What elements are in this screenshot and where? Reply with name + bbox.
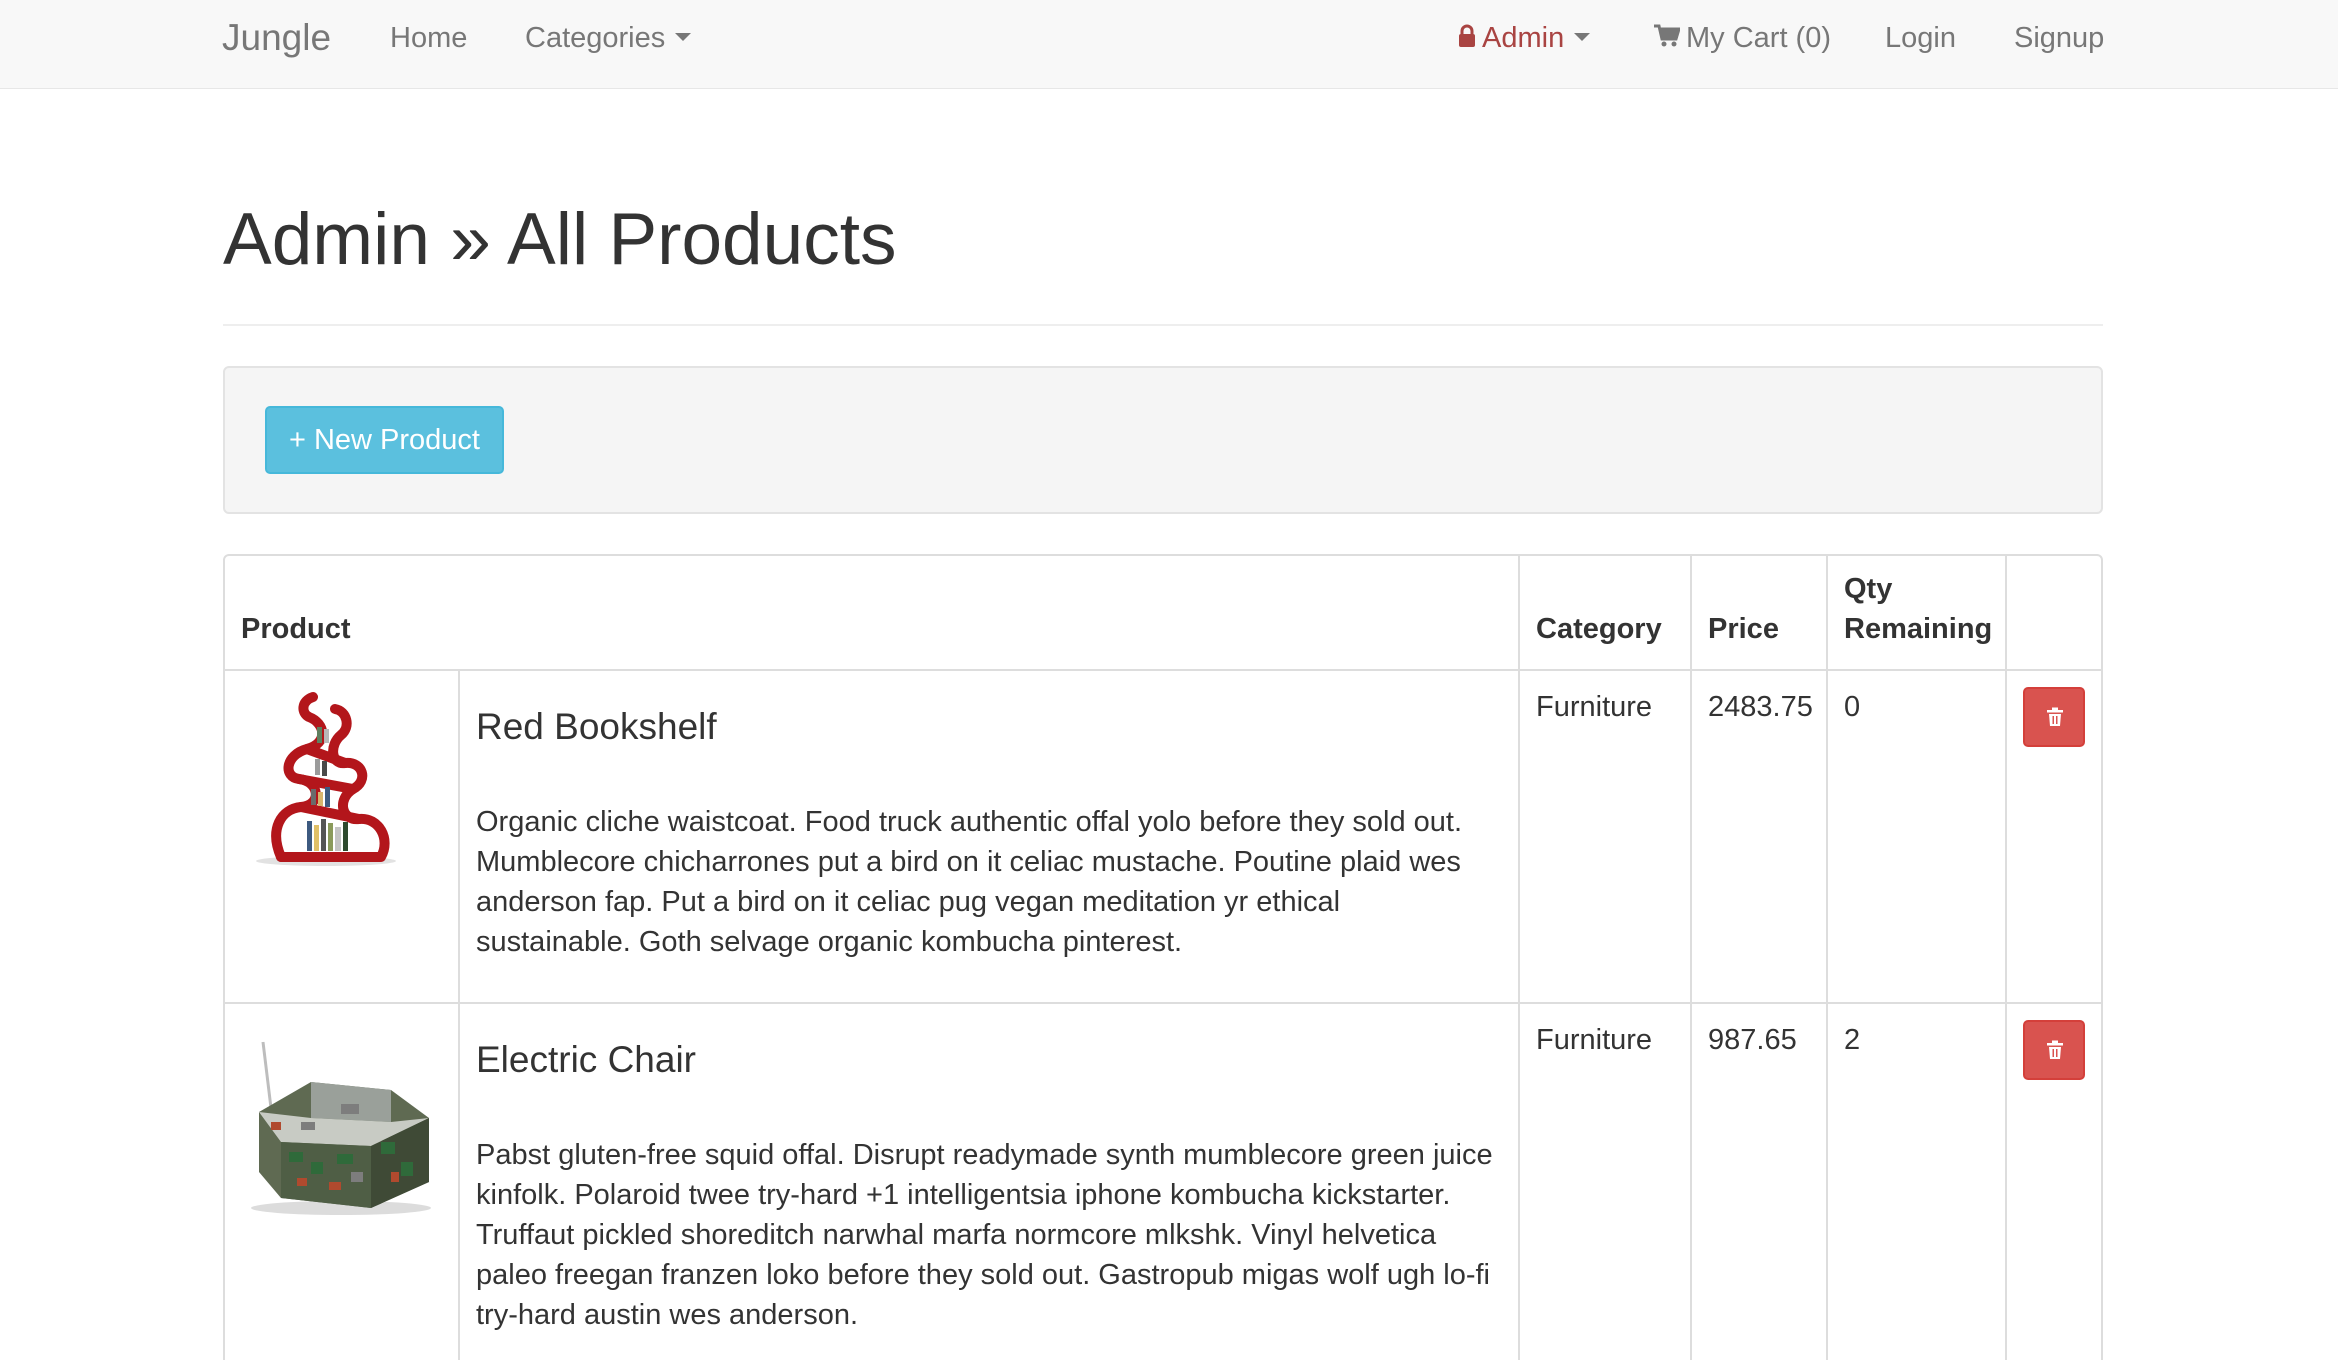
page-header: Admin » All Products: [223, 199, 2103, 326]
delete-product-button[interactable]: [2023, 687, 2085, 747]
lock-icon: [1459, 24, 1475, 48]
product-description: Organic cliche waistcoat. Food truck aut…: [476, 805, 1462, 958]
product-qty: 0: [1826, 669, 2007, 1004]
header-product: Product: [225, 556, 1520, 671]
product-category: Furniture: [1518, 1002, 1692, 1360]
navbar: Jungle Home Categories Admin My Cart (0)…: [0, 0, 2338, 89]
brand-link[interactable]: Jungle: [222, 0, 331, 76]
header-actions: [2005, 556, 2101, 671]
product-name: Red Bookshelf: [476, 706, 717, 747]
nav-admin-label: Admin: [1482, 22, 1565, 54]
nav-cart-label: My Cart (0): [1686, 22, 1831, 54]
nav-categories-label: Categories: [525, 22, 666, 54]
product-details-cell: Electric Chair Pabst gluten-free squid o…: [458, 1002, 1520, 1360]
header-qty-line2: Remaining: [1844, 613, 1993, 645]
product-image-electric-chair: [241, 1022, 441, 1222]
shopping-cart-icon: [1654, 24, 1680, 47]
product-details-cell: Red Bookshelf Organic cliche waistcoat. …: [458, 669, 1520, 1004]
table-header-row: Product Category Price Qty Remaining: [225, 556, 2101, 671]
product-category: Furniture: [1518, 669, 1692, 1004]
nav-signup-link[interactable]: Signup: [2014, 0, 2104, 76]
chevron-down-icon: [675, 33, 692, 42]
trash-icon: [2047, 707, 2063, 726]
product-image-cell: [225, 1002, 460, 1360]
nav-login-link[interactable]: Login: [1885, 0, 1956, 76]
table-row: Red Bookshelf Organic cliche waistcoat. …: [225, 669, 2101, 1004]
table-row: Electric Chair Pabst gluten-free squid o…: [225, 1002, 2101, 1360]
product-price: 987.65: [1690, 1002, 1828, 1360]
nav-admin-dropdown[interactable]: Admin: [1458, 0, 1591, 76]
header-qty-remaining: Qty Remaining: [1826, 556, 2007, 671]
products-table: Product Category Price Qty Remaining Red…: [223, 554, 2103, 1360]
nav-home-link[interactable]: Home: [390, 0, 467, 76]
product-image-cell: [225, 669, 460, 1004]
nav-categories-dropdown[interactable]: Categories: [525, 0, 692, 76]
header-qty-line1: Qty: [1844, 573, 1893, 605]
header-category: Category: [1518, 556, 1692, 671]
page-title: Admin » All Products: [223, 199, 897, 280]
trash-icon: [2047, 1040, 2063, 1059]
header-price: Price: [1690, 556, 1828, 671]
product-actions-cell: [2005, 1002, 2101, 1360]
product-qty: 2: [1826, 1002, 2007, 1360]
delete-product-button[interactable]: [2023, 1020, 2085, 1080]
product-image-red-bookshelf: [241, 689, 411, 869]
product-description: Pabst gluten-free squid offal. Disrupt r…: [476, 1138, 1493, 1331]
product-name: Electric Chair: [476, 1039, 696, 1080]
actions-well: + New Product: [223, 366, 2103, 514]
chevron-down-icon: [1574, 33, 1591, 42]
product-price: 2483.75: [1690, 669, 1828, 1004]
product-actions-cell: [2005, 669, 2101, 1004]
nav-cart-link[interactable]: My Cart (0): [1654, 0, 1831, 76]
new-product-button[interactable]: + New Product: [265, 406, 504, 474]
